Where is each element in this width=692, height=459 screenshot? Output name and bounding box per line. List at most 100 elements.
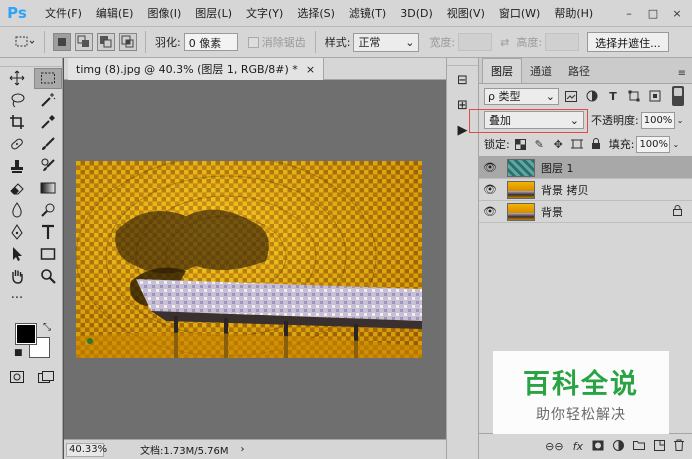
tab-paths[interactable]: 路径 [560, 59, 598, 83]
default-colors-icon[interactable]: ■ [14, 348, 23, 358]
antialias-checkbox[interactable] [247, 36, 259, 48]
history-panel-button[interactable]: ⊟ [450, 69, 475, 91]
status-menu-arrow[interactable]: › [241, 444, 245, 455]
new-selection-button[interactable] [53, 33, 71, 51]
gradient-tool[interactable] [34, 178, 62, 199]
menu-layer[interactable]: 图层(L) [188, 5, 239, 21]
fill-input[interactable]: 100% [636, 135, 671, 153]
visibility-eye-icon[interactable]: 👁 [479, 183, 501, 196]
menu-select[interactable]: 选择(S) [290, 5, 342, 21]
menu-window[interactable]: 窗口(W) [492, 5, 547, 21]
pen-tool[interactable] [3, 222, 31, 243]
filter-smart-object-icon[interactable] [646, 88, 664, 104]
layer-row[interactable]: 👁 图层 1 [479, 157, 692, 179]
move-tool[interactable] [3, 68, 31, 89]
intersect-selection-button[interactable] [119, 33, 137, 51]
path-selection-tool[interactable] [3, 244, 31, 265]
opacity-input[interactable]: 100% [640, 111, 675, 129]
menu-type[interactable]: 文字(Y) [239, 5, 290, 21]
dock-grip[interactable] [447, 58, 478, 66]
zoom-tool[interactable] [34, 266, 62, 287]
menu-view[interactable]: 视图(V) [440, 5, 492, 21]
zoom-level-input[interactable]: 40.33% [66, 442, 107, 457]
minimize-button[interactable]: – [620, 5, 638, 21]
type-tool[interactable] [34, 222, 62, 243]
document-info: 文档:1.73M/5.76M [140, 446, 229, 457]
history-icon: ⊟ [457, 72, 468, 88]
tool-preset-picker[interactable] [14, 32, 36, 52]
fx-icon[interactable]: fx [573, 440, 583, 453]
link-icon[interactable]: ⊖⊖ [545, 440, 563, 453]
history-brush-tool[interactable] [34, 156, 62, 177]
lock-transparent-icon[interactable] [512, 136, 529, 152]
layer-filter-select[interactable]: ρ 类型 ⌄ [484, 87, 559, 105]
menu-edit[interactable]: 编辑(E) [89, 5, 141, 21]
filter-type-icon[interactable]: T [604, 88, 622, 104]
healing-brush-tool[interactable] [3, 134, 31, 155]
folder-icon[interactable] [633, 440, 645, 453]
subtract-from-selection-button[interactable] [97, 33, 115, 51]
feather-label: 羽化: [155, 36, 181, 49]
filter-adjustment-icon[interactable] [583, 88, 601, 104]
menu-help[interactable]: 帮助(H) [547, 5, 600, 21]
fill-dropdown-icon[interactable]: ⌄ [672, 140, 679, 149]
layer-lock-icon[interactable] [673, 204, 682, 219]
properties-panel-button[interactable]: ⊞ [450, 94, 475, 116]
blend-mode-select[interactable]: 叠加 ⌄ [484, 111, 584, 129]
panel-grip[interactable] [0, 58, 62, 67]
close-tab-icon[interactable]: × [306, 63, 315, 76]
magic-wand-tool[interactable] [34, 90, 62, 111]
dodge-tool[interactable] [34, 200, 62, 221]
brush-tool[interactable] [34, 134, 62, 155]
lasso-tool[interactable] [3, 90, 31, 111]
tab-channels[interactable]: 通道 [522, 59, 560, 83]
actions-panel-button[interactable]: ▶ [450, 119, 475, 141]
lock-row: 锁定: ✎ ✥ 填充: 100% ⌄ [479, 132, 692, 156]
layer-row[interactable]: 👁 背景 拷贝 [479, 179, 692, 201]
mask-icon[interactable] [592, 440, 604, 454]
lock-all-icon[interactable] [588, 136, 605, 152]
hand-tool[interactable] [3, 266, 31, 287]
swap-colors-icon[interactable]: ⤡ [43, 322, 51, 333]
canvas[interactable] [76, 161, 422, 358]
filter-toggle[interactable] [672, 86, 684, 106]
divider [314, 31, 316, 53]
tab-layers[interactable]: 图层 [482, 58, 522, 83]
rectangle-tool[interactable] [34, 244, 62, 265]
document-tab[interactable]: timg (8).jpg @ 40.3% (图层 1, RGB/8#) * × [68, 58, 325, 80]
style-select[interactable]: 正常 ⌄ [353, 32, 420, 52]
crop-tool[interactable] [3, 112, 31, 133]
feather-input[interactable]: 0 像素 [183, 33, 238, 51]
filter-pixel-icon[interactable] [562, 88, 580, 104]
rectangular-marquee-tool[interactable] [34, 67, 62, 89]
new-layer-icon[interactable] [654, 439, 665, 454]
blur-tool[interactable] [3, 200, 31, 221]
layer-row[interactable]: 👁 背景 [479, 201, 692, 223]
foreground-color-swatch[interactable] [15, 323, 37, 345]
menu-3d[interactable]: 3D(D) [393, 7, 440, 20]
trash-icon[interactable] [674, 439, 684, 454]
panel-menu-icon[interactable]: ≡ [678, 68, 686, 79]
select-and-mask-button[interactable]: 选择并遮住... [587, 32, 669, 52]
lock-position-icon[interactable]: ✥ [550, 136, 567, 152]
screen-mode-button[interactable] [38, 371, 54, 387]
add-to-selection-button[interactable] [75, 33, 93, 51]
layer-name: 背景 [541, 205, 563, 219]
eraser-tool[interactable] [3, 178, 31, 199]
lock-pixels-icon[interactable]: ✎ [531, 136, 548, 152]
filter-shape-icon[interactable] [625, 88, 643, 104]
visibility-eye-icon[interactable]: 👁 [479, 161, 501, 174]
edit-toolbar-button[interactable]: ··· [3, 288, 31, 309]
menu-filter[interactable]: 滤镜(T) [342, 5, 393, 21]
visibility-eye-icon[interactable]: 👁 [479, 205, 501, 218]
clone-stamp-tool[interactable] [3, 156, 31, 177]
eyedropper-tool[interactable] [34, 112, 62, 133]
maximize-button[interactable]: □ [644, 5, 662, 21]
menu-file[interactable]: 文件(F) [38, 5, 89, 21]
close-button[interactable]: × [668, 5, 686, 21]
adjustment-icon[interactable] [613, 439, 624, 454]
quick-mask-button[interactable] [10, 371, 24, 387]
menu-image[interactable]: 图像(I) [140, 5, 188, 21]
opacity-dropdown-icon[interactable]: ⌄ [677, 116, 684, 125]
lock-artboard-icon[interactable] [569, 136, 586, 152]
